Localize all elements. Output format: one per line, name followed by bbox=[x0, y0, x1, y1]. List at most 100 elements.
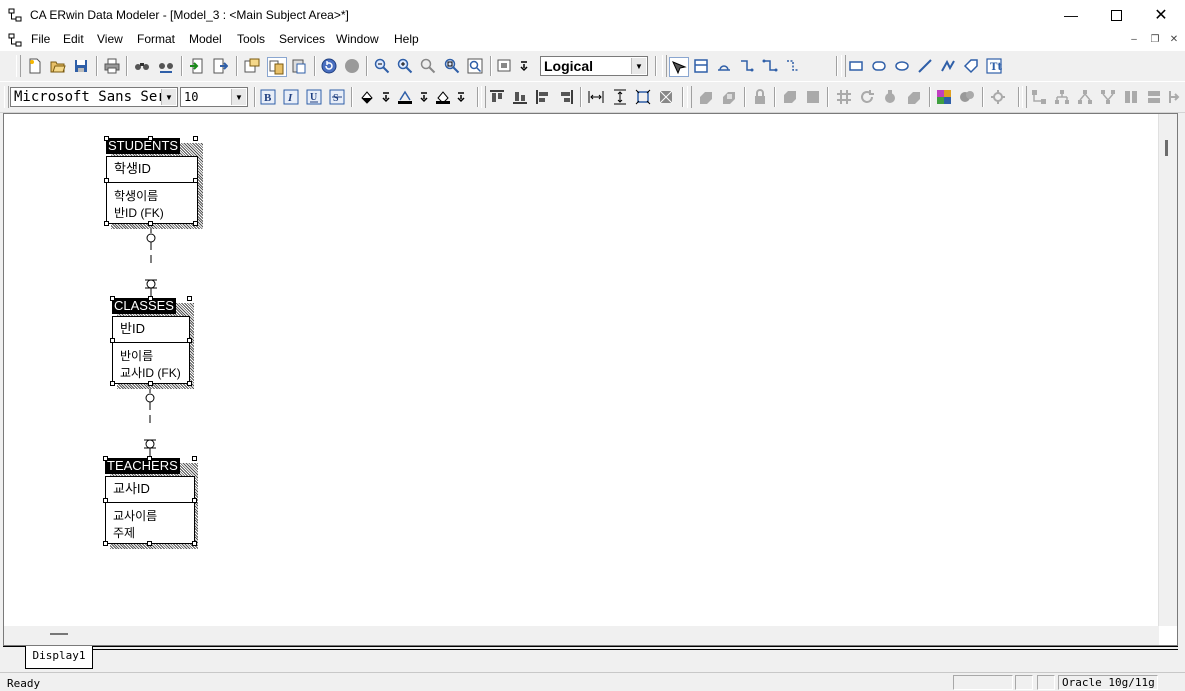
align-left-icon[interactable] bbox=[534, 88, 552, 106]
entity-body[interactable]: 반ID 반이름 교사ID (FK) bbox=[112, 316, 190, 384]
font-color-icon[interactable] bbox=[434, 88, 452, 106]
auto-layout-icon[interactable] bbox=[657, 88, 675, 106]
entity-attribute[interactable]: 학생이름 bbox=[114, 187, 158, 204]
identifying-relationship-icon[interactable] bbox=[738, 57, 756, 75]
resize-handle[interactable] bbox=[192, 456, 197, 461]
open-icon[interactable] bbox=[49, 57, 67, 75]
resize-handle[interactable] bbox=[147, 456, 152, 461]
resize-handle[interactable] bbox=[192, 498, 197, 503]
zoom-in-icon[interactable] bbox=[396, 57, 414, 75]
scroll-thumb[interactable] bbox=[1165, 140, 1168, 156]
entity-classes[interactable]: 반ID 반이름 교사ID (FK) CLASSES bbox=[110, 296, 202, 389]
resize-handle[interactable] bbox=[110, 296, 115, 301]
entity-teachers[interactable]: 교사ID 교사이름 주제 TEACHERS bbox=[103, 456, 205, 549]
minimize-button[interactable]: — bbox=[1048, 0, 1094, 30]
resize-handle[interactable] bbox=[147, 541, 152, 546]
category-tool-icon[interactable] bbox=[715, 57, 733, 75]
display-level-icon[interactable] bbox=[496, 57, 514, 75]
resize-handle[interactable] bbox=[193, 221, 198, 226]
primary-key-attribute[interactable]: 반ID bbox=[113, 317, 189, 343]
bold-icon[interactable]: B bbox=[259, 88, 277, 106]
pointer-tool-icon[interactable] bbox=[669, 57, 689, 77]
resize-handle[interactable] bbox=[148, 136, 153, 141]
maximize-button[interactable] bbox=[1093, 0, 1139, 30]
zoom-icon[interactable] bbox=[419, 57, 437, 75]
save-icon[interactable] bbox=[72, 57, 90, 75]
resize-handle[interactable] bbox=[187, 338, 192, 343]
space-horizontal-icon[interactable] bbox=[587, 88, 605, 106]
font-size-select[interactable]: 10 ▼ bbox=[180, 87, 248, 107]
resize-handle[interactable] bbox=[110, 381, 115, 386]
fill-color-icon[interactable] bbox=[358, 88, 376, 106]
rectangle-tool-icon[interactable] bbox=[847, 57, 865, 75]
menu-tools[interactable]: Tools bbox=[237, 32, 265, 46]
entity-attribute[interactable]: 교사ID (FK) bbox=[120, 364, 181, 381]
zoom-out-icon[interactable] bbox=[373, 57, 391, 75]
model-explorer-icon[interactable] bbox=[243, 57, 261, 75]
rounded-rectangle-tool-icon[interactable] bbox=[870, 57, 888, 75]
close-button[interactable]: ✕ bbox=[1138, 0, 1184, 30]
paste-icon[interactable] bbox=[290, 57, 308, 75]
menu-model[interactable]: Model bbox=[189, 32, 222, 46]
menu-help[interactable]: Help bbox=[394, 32, 419, 46]
menu-format[interactable]: Format bbox=[137, 32, 175, 46]
zoom-fit-icon[interactable] bbox=[443, 57, 461, 75]
resize-handle[interactable] bbox=[193, 178, 198, 183]
resize-to-fit-icon[interactable] bbox=[634, 88, 652, 106]
dropdown-arrow-icon[interactable] bbox=[415, 88, 433, 106]
diagram-canvas[interactable]: 학생ID 학생이름 반ID (FK) STUDENTS 반ID 반이름 교사ID… bbox=[4, 114, 1159, 626]
entity-body[interactable]: 교사ID 교사이름 주제 bbox=[105, 476, 195, 544]
vertical-scrollbar[interactable] bbox=[1158, 114, 1177, 626]
italic-icon[interactable]: I bbox=[282, 88, 300, 106]
copy-icon[interactable] bbox=[267, 57, 287, 77]
menu-view[interactable]: View bbox=[97, 32, 123, 46]
menu-file[interactable]: File bbox=[31, 32, 50, 46]
resize-handle[interactable] bbox=[148, 296, 153, 301]
complete-compare-icon[interactable] bbox=[935, 88, 953, 106]
line-tool-icon[interactable] bbox=[916, 57, 934, 75]
many-to-many-relationship-icon[interactable] bbox=[761, 57, 779, 75]
resize-handle[interactable] bbox=[148, 221, 153, 226]
entity-attribute[interactable]: 반이름 bbox=[120, 347, 153, 364]
resize-handle[interactable] bbox=[148, 381, 153, 386]
toolbar-grip[interactable] bbox=[16, 55, 21, 77]
resize-handle[interactable] bbox=[103, 456, 108, 461]
align-bottom-icon[interactable] bbox=[511, 88, 529, 106]
entity-students[interactable]: 학생ID 학생이름 반ID (FK) STUDENTS bbox=[104, 136, 206, 229]
primary-key-attribute[interactable]: 학생ID bbox=[107, 157, 197, 183]
polygon-tool-icon[interactable] bbox=[962, 57, 980, 75]
view-mode-select[interactable]: Logical ▼ bbox=[540, 56, 648, 76]
dropdown-arrow-icon[interactable] bbox=[515, 57, 533, 75]
zoom-page-icon[interactable] bbox=[466, 57, 484, 75]
text-tool-icon[interactable]: Tt bbox=[985, 57, 1003, 75]
ellipse-tool-icon[interactable] bbox=[893, 57, 911, 75]
resize-handle[interactable] bbox=[103, 541, 108, 546]
tab-display1[interactable]: Display1 bbox=[25, 646, 93, 669]
entity-tool-icon[interactable] bbox=[692, 57, 710, 75]
strikethrough-icon[interactable]: S bbox=[328, 88, 346, 106]
mdi-close-button[interactable]: ✕ bbox=[1166, 33, 1182, 47]
align-right-icon[interactable] bbox=[557, 88, 575, 106]
entity-name[interactable]: TEACHERS bbox=[105, 458, 180, 474]
font-name-select[interactable]: Microsoft Sans Serif ▼ bbox=[10, 87, 178, 107]
resize-grip-icon[interactable] bbox=[1162, 675, 1180, 690]
resize-handle[interactable] bbox=[103, 498, 108, 503]
entity-attribute[interactable]: 교사이름 bbox=[113, 507, 157, 524]
export-icon[interactable] bbox=[211, 57, 229, 75]
print-icon[interactable] bbox=[103, 57, 121, 75]
menu-services[interactable]: Services bbox=[279, 32, 325, 46]
resize-handle[interactable] bbox=[192, 541, 197, 546]
mdi-restore-button[interactable]: ❐ bbox=[1147, 33, 1163, 47]
resize-handle[interactable] bbox=[104, 221, 109, 226]
mdi-minimize-button[interactable]: – bbox=[1126, 33, 1142, 47]
resize-handle[interactable] bbox=[110, 338, 115, 343]
resize-handle[interactable] bbox=[187, 381, 192, 386]
dropdown-arrow-icon[interactable] bbox=[377, 88, 395, 106]
resize-handle[interactable] bbox=[193, 136, 198, 141]
entity-attribute[interactable]: 반ID (FK) bbox=[114, 204, 164, 221]
find-replace-icon[interactable] bbox=[157, 57, 175, 75]
find-icon[interactable] bbox=[133, 57, 151, 75]
entity-body[interactable]: 학생ID 학생이름 반ID (FK) bbox=[106, 156, 198, 224]
resize-handle[interactable] bbox=[104, 136, 109, 141]
underline-icon[interactable]: U bbox=[305, 88, 323, 106]
